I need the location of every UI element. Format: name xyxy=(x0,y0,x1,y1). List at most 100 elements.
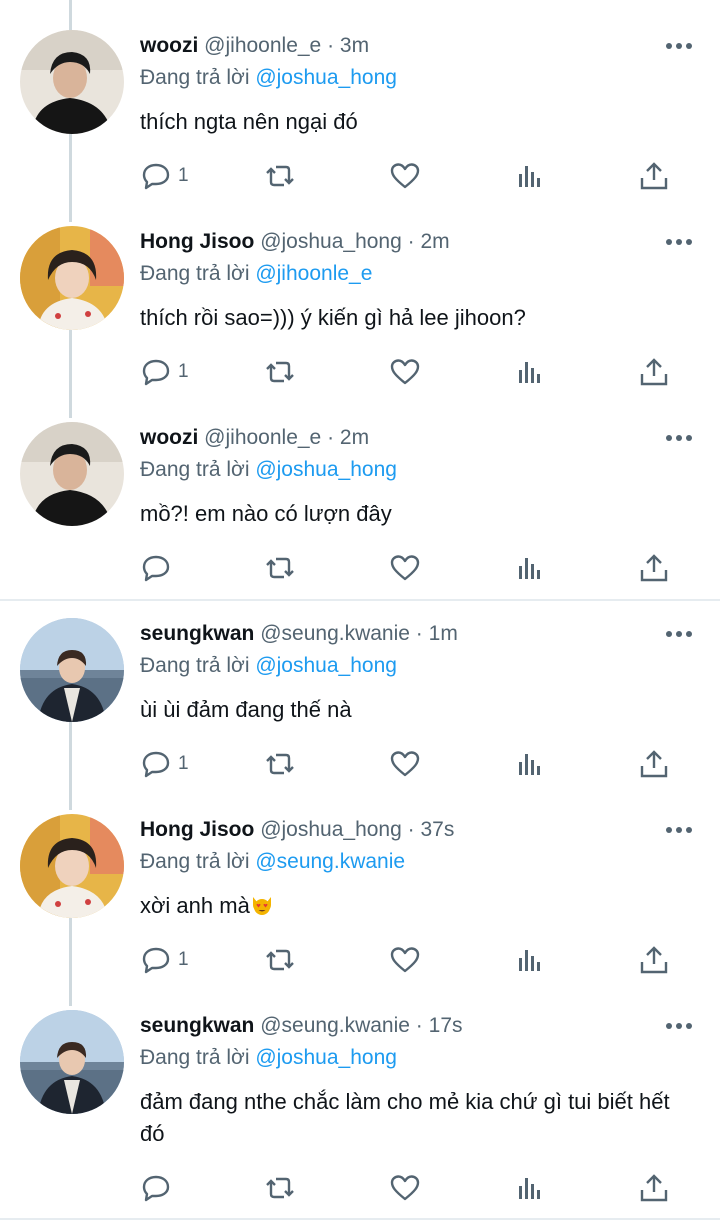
analytics-button[interactable] xyxy=(514,940,546,980)
share-icon xyxy=(640,750,668,778)
avatar[interactable] xyxy=(20,1010,124,1114)
analytics-button[interactable] xyxy=(514,156,546,196)
share-button[interactable] xyxy=(638,744,670,784)
reply-mention[interactable]: @joshua_hong xyxy=(255,1046,397,1069)
avatar[interactable] xyxy=(20,422,124,526)
share-button[interactable] xyxy=(638,940,670,980)
avatar[interactable] xyxy=(20,618,124,722)
user-handle[interactable]: @joshua_hong xyxy=(260,818,402,841)
retweet-button[interactable] xyxy=(264,744,296,784)
retweet-button[interactable] xyxy=(264,548,296,588)
share-icon xyxy=(640,358,668,386)
more-dots-icon[interactable] xyxy=(664,38,694,54)
analytics-icon xyxy=(519,558,540,579)
more-dots-icon[interactable] xyxy=(664,626,694,642)
tweet[interactable]: seungkwan @seung.kwanie · 1m Đang trả lờ… xyxy=(0,588,720,784)
timestamp[interactable]: 2m xyxy=(420,230,449,253)
reply-button[interactable]: 1 xyxy=(140,156,189,196)
tweet-text-wrapper: xời anh mà xyxy=(140,890,685,922)
like-button[interactable] xyxy=(389,1168,421,1208)
reply-mention[interactable]: @joshua_hong xyxy=(255,654,397,677)
tweet[interactable]: Hong Jisoo @joshua_hong · 2m Đang trả lờ… xyxy=(0,196,720,392)
share-button[interactable] xyxy=(638,352,670,392)
reply-button[interactable]: 1 xyxy=(140,940,189,980)
display-name[interactable]: woozi xyxy=(140,34,198,57)
heart-icon xyxy=(390,751,420,777)
analytics-button[interactable] xyxy=(514,352,546,392)
reply-mention[interactable]: @joshua_hong xyxy=(255,66,397,89)
timestamp[interactable]: 3m xyxy=(340,34,369,57)
reply-button[interactable]: 1 xyxy=(140,744,189,784)
reply-prefix: Đang trả lời xyxy=(140,66,250,89)
retweet-button[interactable] xyxy=(264,352,296,392)
user-handle[interactable]: @jihoonle_e xyxy=(204,426,321,449)
reply-count: 1 xyxy=(178,949,189,970)
share-button[interactable] xyxy=(638,1168,670,1208)
action-bar: 1 xyxy=(140,156,700,196)
timestamp[interactable]: 17s xyxy=(429,1014,463,1037)
reply-bubble-icon xyxy=(142,163,170,190)
retweet-button[interactable] xyxy=(264,1168,296,1208)
display-name[interactable]: seungkwan xyxy=(140,622,254,645)
tweet[interactable]: woozi @jihoonle_e · 2m Đang trả lời @jos… xyxy=(0,392,720,592)
tweet-text: thích rồi sao=))) ý kiến gì hả lee jihoo… xyxy=(140,305,526,330)
reply-button[interactable]: 1 xyxy=(140,352,189,392)
more-dots-icon[interactable] xyxy=(664,822,694,838)
retweet-icon xyxy=(266,361,294,383)
timestamp[interactable]: 2m xyxy=(340,426,369,449)
more-dots-icon[interactable] xyxy=(664,1018,694,1034)
tweet-header: Hong Jisoo @joshua_hong · 37s xyxy=(140,818,454,842)
share-icon xyxy=(640,554,668,582)
action-bar: 1 xyxy=(140,744,700,784)
tweet[interactable]: woozi @jihoonle_e · 3m Đang trả lời @jos… xyxy=(0,0,720,196)
avatar[interactable] xyxy=(20,814,124,918)
display-name[interactable]: Hong Jisoo xyxy=(140,230,254,253)
analytics-icon xyxy=(519,1178,540,1199)
heart-icon xyxy=(390,359,420,385)
analytics-button[interactable] xyxy=(514,744,546,784)
tweet[interactable]: Hong Jisoo @joshua_hong · 37s Đang trả l… xyxy=(0,784,720,980)
share-button[interactable] xyxy=(638,548,670,588)
like-button[interactable] xyxy=(389,940,421,980)
share-icon xyxy=(640,946,668,974)
user-handle[interactable]: @jihoonle_e xyxy=(204,34,321,57)
user-handle[interactable]: @seung.kwanie xyxy=(260,1014,410,1037)
reply-mention[interactable]: @joshua_hong xyxy=(255,458,397,481)
avatar[interactable] xyxy=(20,226,124,330)
retweet-button[interactable] xyxy=(264,156,296,196)
separator: · xyxy=(409,622,429,645)
like-button[interactable] xyxy=(389,548,421,588)
reply-mention[interactable]: @jihoonle_e xyxy=(255,262,372,285)
like-button[interactable] xyxy=(389,744,421,784)
timestamp[interactable]: 1m xyxy=(429,622,458,645)
reply-mention[interactable]: @seung.kwanie xyxy=(255,850,405,873)
retweet-button[interactable] xyxy=(264,940,296,980)
more-dots-icon[interactable] xyxy=(664,430,694,446)
user-handle[interactable]: @joshua_hong xyxy=(260,230,402,253)
user-handle[interactable]: @seung.kwanie xyxy=(260,622,410,645)
reply-context: Đang trả lời @seung.kwanie xyxy=(140,850,405,874)
avatar[interactable] xyxy=(20,30,124,134)
analytics-icon xyxy=(519,950,540,971)
display-name[interactable]: Hong Jisoo xyxy=(140,818,254,841)
share-button[interactable] xyxy=(638,156,670,196)
separator: · xyxy=(321,34,340,57)
bottom-divider xyxy=(0,1218,720,1220)
action-bar: 1 xyxy=(140,352,700,392)
display-name[interactable]: woozi xyxy=(140,426,198,449)
retweet-icon xyxy=(266,753,294,775)
tweet[interactable]: seungkwan @seung.kwanie · 17s Đang trả l… xyxy=(0,980,720,1218)
analytics-button[interactable] xyxy=(514,1168,546,1208)
action-bar: 1 xyxy=(140,940,700,980)
reply-button[interactable] xyxy=(140,1168,178,1208)
timestamp[interactable]: 37s xyxy=(420,818,454,841)
like-button[interactable] xyxy=(389,156,421,196)
tweet-header: woozi @jihoonle_e · 2m xyxy=(140,426,369,450)
display-name[interactable]: seungkwan xyxy=(140,1014,254,1037)
more-dots-icon[interactable] xyxy=(664,234,694,250)
reply-context: Đang trả lời @joshua_hong xyxy=(140,66,397,90)
analytics-button[interactable] xyxy=(514,548,546,588)
tweet-text: xời anh mà xyxy=(140,893,250,918)
reply-button[interactable] xyxy=(140,548,178,588)
like-button[interactable] xyxy=(389,352,421,392)
